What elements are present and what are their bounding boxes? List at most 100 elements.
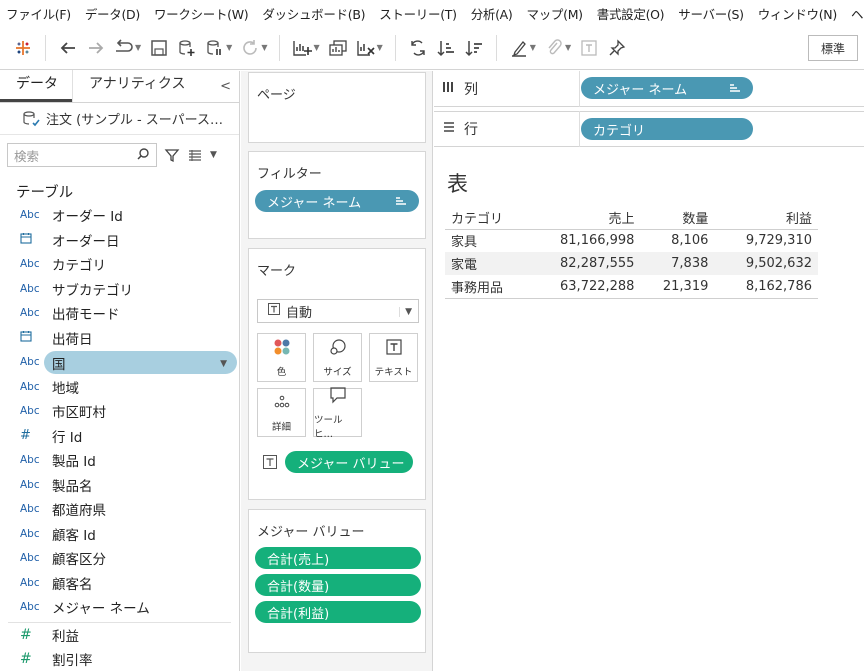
datasource-item[interactable]: 注文 (サンプル - スーパース… <box>0 103 239 135</box>
field-dropdown-icon[interactable]: ▼ <box>220 359 227 369</box>
header-sales[interactable]: 売上 <box>525 207 641 230</box>
tooltip-button[interactable]: ツールヒ… <box>313 386 362 440</box>
field-region[interactable]: Abc 地域 <box>0 375 239 400</box>
collapse-pane-icon[interactable]: < <box>220 79 231 94</box>
header-profit[interactable]: 利益 <box>714 207 818 230</box>
table-row[interactable]: 事務用品 63,722,288 21,319 8,162,786 <box>445 275 818 299</box>
clear-dropdown-icon[interactable]: ▼ <box>377 43 383 52</box>
columns-pill-measure-names[interactable]: メジャー ネーム <box>581 77 753 99</box>
field-profit[interactable]: # 利益 <box>0 623 239 648</box>
cell-quantity[interactable]: 7,838 <box>640 252 715 275</box>
field-measure-names[interactable]: Abc メジャー ネーム <box>0 595 239 620</box>
field-customer-segment[interactable]: Abc 顧客区分 <box>0 546 239 571</box>
cell-quantity[interactable]: 21,319 <box>640 275 715 299</box>
paperclip-icon[interactable] <box>543 37 565 59</box>
refresh-icon[interactable] <box>239 37 261 59</box>
duplicate-sheet-icon[interactable] <box>327 37 349 59</box>
menu-dashboard[interactable]: ダッシュボード(B) <box>256 4 373 23</box>
row-header[interactable]: 家具 <box>445 229 525 252</box>
menu-server[interactable]: サーバー(S) <box>672 4 751 23</box>
field-row-id[interactable]: # 行 Id <box>0 424 239 449</box>
menu-worksheet[interactable]: ワークシート(W) <box>148 4 256 23</box>
field-city[interactable]: Abc 市区町村 <box>0 399 239 424</box>
field-category[interactable]: Abc カテゴリ <box>0 252 239 277</box>
mark-type-select[interactable]: 自動 ▼ <box>257 299 419 323</box>
menu-story[interactable]: ストーリー(T) <box>373 4 465 23</box>
fit-select[interactable]: 標準 <box>808 35 858 61</box>
rows-shelf[interactable]: 行 カテゴリ <box>434 111 864 147</box>
menu-file[interactable]: ファイル(F) <box>0 4 79 23</box>
size-button[interactable]: サイズ <box>313 333 362 382</box>
menu-format[interactable]: 書式設定(O) <box>591 4 673 23</box>
header-category[interactable]: カテゴリ <box>445 207 525 230</box>
replay-dropdown-icon[interactable]: ▼ <box>135 43 141 52</box>
replay-icon[interactable] <box>113 37 135 59</box>
filter-pill-measure-names[interactable]: メジャー ネーム <box>255 190 419 212</box>
show-labels-icon[interactable] <box>578 37 600 59</box>
pause-updates-icon[interactable] <box>204 37 226 59</box>
filter-icon[interactable] <box>164 147 180 163</box>
table-row[interactable]: 家電 82,287,555 7,838 9,502,632 <box>445 252 818 275</box>
menu-data[interactable]: データ(D) <box>79 4 148 23</box>
field-country[interactable]: Abc 国 ▼ <box>0 350 239 375</box>
measure-pill-quantity[interactable]: 合計(数量) <box>255 574 421 596</box>
pause-dropdown-icon[interactable]: ▼ <box>226 43 232 52</box>
field-product-id[interactable]: Abc 製品 Id <box>0 448 239 473</box>
new-worksheet-dropdown-icon[interactable]: ▼ <box>313 43 319 52</box>
refresh-dropdown-icon[interactable]: ▼ <box>261 43 267 52</box>
field-ship-mode[interactable]: Abc 出荷モード <box>0 301 239 326</box>
highlight-icon[interactable] <box>508 37 530 59</box>
field-discount[interactable]: # 割引率 <box>0 647 239 671</box>
menu-map[interactable]: マップ(M) <box>521 4 591 23</box>
cell-sales[interactable]: 82,287,555 <box>525 252 641 275</box>
view-list-icon[interactable] <box>187 147 203 163</box>
menu-analysis[interactable]: 分析(A) <box>465 4 521 23</box>
paperclip-dropdown-icon[interactable]: ▼ <box>565 43 571 52</box>
save-icon[interactable] <box>148 37 170 59</box>
field-ship-date[interactable]: 出荷日 <box>0 326 239 351</box>
cell-profit[interactable]: 8,162,786 <box>714 275 818 299</box>
columns-shelf[interactable]: 列 メジャー ネーム <box>434 70 864 107</box>
table-row[interactable]: 家具 81,166,998 8,106 9,729,310 <box>445 229 818 252</box>
header-quantity[interactable]: 数量 <box>640 207 715 230</box>
tab-data[interactable]: データ <box>0 70 72 102</box>
menu-help[interactable]: ヘルプ <box>845 4 864 23</box>
filters-card[interactable]: フィルター メジャー ネーム <box>248 151 426 239</box>
new-datasource-icon[interactable] <box>176 37 198 59</box>
row-header[interactable]: 家電 <box>445 252 525 275</box>
detail-button[interactable]: 詳細 <box>257 388 306 437</box>
tableau-logo-icon[interactable] <box>12 37 34 59</box>
search-input[interactable]: 検索 <box>7 143 157 167</box>
pin-icon[interactable] <box>606 37 628 59</box>
cell-quantity[interactable]: 8,106 <box>640 229 714 252</box>
row-header[interactable]: 事務用品 <box>445 275 525 299</box>
text-button[interactable]: テキスト <box>369 333 418 382</box>
field-order-id[interactable]: Abc オーダー Id <box>0 203 239 228</box>
highlight-dropdown-icon[interactable]: ▼ <box>530 43 536 52</box>
back-icon[interactable] <box>57 37 79 59</box>
field-subcategory[interactable]: Abc サブカテゴリ <box>0 277 239 302</box>
field-customer-id[interactable]: Abc 顧客 Id <box>0 522 239 547</box>
forward-icon[interactable] <box>85 37 107 59</box>
new-worksheet-icon[interactable] <box>291 37 313 59</box>
clear-sheet-icon[interactable] <box>355 37 377 59</box>
measure-pill-profit[interactable]: 合計(利益) <box>255 601 421 623</box>
sort-ascending-icon[interactable] <box>435 37 457 59</box>
sort-descending-icon[interactable] <box>463 37 485 59</box>
cell-sales[interactable]: 63,722,288 <box>525 275 641 299</box>
field-prefecture[interactable]: Abc 都道府県 <box>0 497 239 522</box>
cell-profit[interactable]: 9,502,632 <box>714 252 818 275</box>
view-dropdown-icon[interactable]: ▼ <box>210 150 217 160</box>
cell-profit[interactable]: 9,729,310 <box>714 229 818 252</box>
marks-pill-measure-values[interactable]: メジャー バリュー <box>285 451 413 473</box>
field-customer-name[interactable]: Abc 顧客名 <box>0 571 239 596</box>
menu-window[interactable]: ウィンドウ(N) <box>752 4 845 23</box>
cell-sales[interactable]: 81,166,998 <box>525 229 640 252</box>
measure-pill-sales[interactable]: 合計(売上) <box>255 547 421 569</box>
rows-pill-category[interactable]: カテゴリ <box>581 118 753 140</box>
field-order-date[interactable]: オーダー日 <box>0 228 239 253</box>
field-product-name[interactable]: Abc 製品名 <box>0 473 239 498</box>
color-button[interactable]: 色 <box>257 333 306 382</box>
swap-icon[interactable] <box>407 37 429 59</box>
tab-analytics[interactable]: アナリティクス <box>72 70 199 102</box>
